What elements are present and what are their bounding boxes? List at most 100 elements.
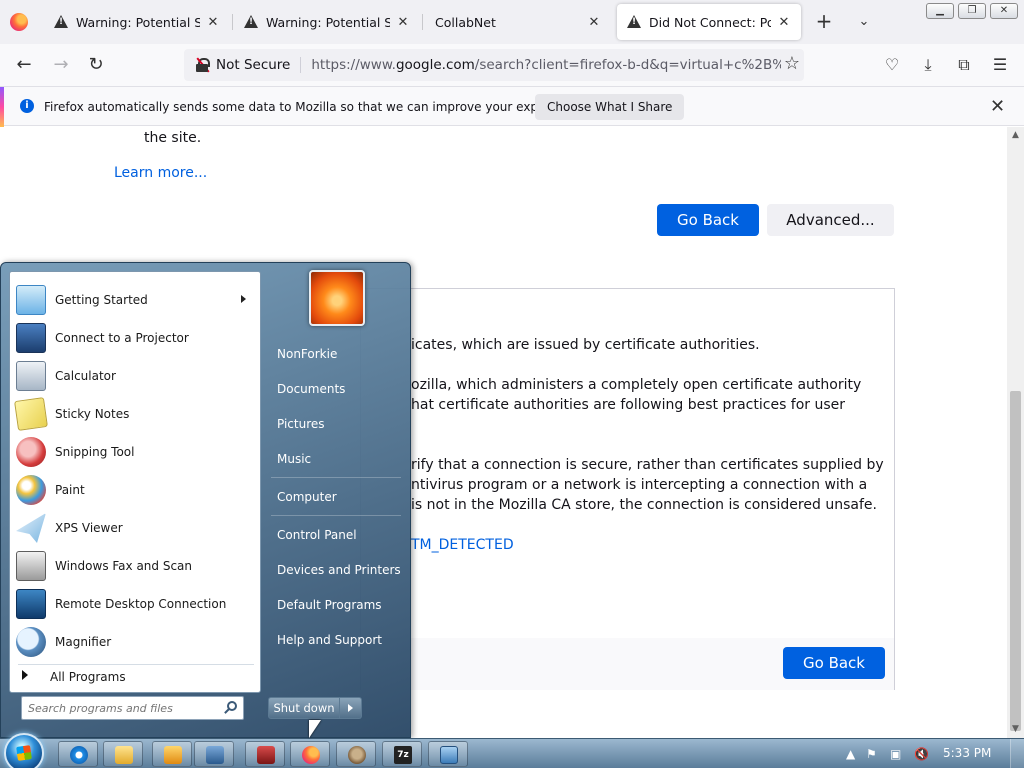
program-sticky-notes[interactable]: Sticky Notes: [12, 396, 258, 432]
close-icon[interactable]: ✕: [990, 96, 1005, 117]
error-code-link[interactable]: TM_DETECTED: [411, 537, 514, 553]
close-tab-icon[interactable]: ✕: [206, 15, 220, 30]
tab-warning-2[interactable]: Warning: Potential Security Risk Ahead ✕: [234, 4, 420, 40]
program-snipping-tool[interactable]: Snipping Tool: [12, 434, 258, 470]
reload-icon[interactable]: ↻: [83, 53, 109, 77]
tray-expand-icon[interactable]: ▲: [846, 747, 855, 761]
taskbar-firefox[interactable]: [290, 741, 330, 767]
url-text[interactable]: https://www.google.com/search?client=fir…: [311, 57, 781, 73]
search-icon[interactable]: [227, 701, 237, 711]
program-label: XPS Viewer: [55, 521, 123, 535]
tab-warning-1[interactable]: Warning: Potential Security Risk Ahead ✕: [44, 4, 230, 40]
go-back-button[interactable]: Go Back: [657, 204, 759, 236]
bookmark-star-icon[interactable]: ☆: [784, 53, 800, 74]
network-tray-icon[interactable]: ▣: [890, 747, 901, 761]
start-right-devices-printers[interactable]: Devices and Printers: [269, 556, 405, 584]
close-tab-icon[interactable]: ✕: [777, 15, 791, 30]
start-button[interactable]: [4, 733, 44, 768]
program-remote-desktop[interactable]: Remote Desktop Connection: [12, 586, 258, 622]
program-getting-started[interactable]: Getting Started: [12, 282, 258, 318]
taskbar-explorer[interactable]: [103, 741, 143, 767]
show-desktop-button[interactable]: [1010, 739, 1024, 768]
program-label: Windows Fax and Scan: [55, 559, 193, 573]
chevron-down-icon[interactable]: ⌄: [852, 10, 876, 34]
projector-icon: [16, 323, 46, 353]
all-programs-item[interactable]: All Programs: [50, 670, 126, 684]
taskbar-toolbox[interactable]: [245, 741, 285, 767]
new-tab-icon[interactable]: +: [812, 10, 836, 34]
tab-label: Warning: Potential Security Risk Ahead: [266, 14, 390, 30]
start-right-default-programs[interactable]: Default Programs: [269, 591, 405, 619]
program-label: Magnifier: [55, 635, 112, 649]
toolbox-icon: [257, 746, 275, 764]
start-right-computer[interactable]: Computer: [269, 483, 405, 511]
tab-collabnet[interactable]: CollabNet ✕: [425, 4, 611, 40]
media-player-icon: [164, 746, 182, 764]
tab-label: Did Not Connect: Potential Security Issu…: [649, 14, 771, 30]
taskbar-ie[interactable]: [58, 741, 98, 767]
extensions-icon[interactable]: ⧉: [952, 53, 976, 77]
program-fax-scan[interactable]: Windows Fax and Scan: [12, 548, 258, 584]
learn-more-link[interactable]: Learn more...: [114, 165, 207, 181]
firefox-logo-icon[interactable]: [10, 13, 28, 31]
start-right-help-support[interactable]: Help and Support: [269, 626, 405, 654]
action-center-flag-icon[interactable]: ⚑: [866, 747, 877, 761]
url-bar[interactable]: Not Secure https://www.google.com/search…: [184, 49, 804, 81]
start-right-documents[interactable]: Documents: [269, 375, 405, 403]
tab-did-not-connect[interactable]: Did Not Connect: Potential Security Issu…: [617, 4, 801, 40]
close-tab-icon[interactable]: ✕: [587, 15, 601, 30]
hamburger-menu-icon[interactable]: ☰: [988, 53, 1012, 77]
taskbar-gimp[interactable]: [336, 741, 376, 767]
gimp-icon: [348, 746, 366, 764]
taskbar-monitor[interactable]: [428, 741, 468, 767]
restore-icon[interactable]: ❐: [958, 3, 986, 19]
panel-text-line: is not in the Mozilla CA store, the conn…: [411, 497, 877, 513]
sticky-notes-icon: [14, 397, 48, 431]
shut-down-button[interactable]: Shut down: [268, 697, 340, 719]
advanced-panel: icates, which are issued by certificate …: [360, 288, 895, 690]
ie-icon: [70, 746, 88, 764]
shutdown-options-arrow-icon[interactable]: [340, 697, 362, 719]
paint-icon: [16, 475, 46, 505]
tab-separator: [422, 14, 423, 30]
security-label[interactable]: Not Secure: [216, 57, 302, 73]
download-icon[interactable]: ⤓: [916, 53, 940, 77]
pocket-icon[interactable]: ♡: [880, 53, 904, 77]
start-right-nonforkie[interactable]: NonForkie: [269, 340, 405, 368]
program-calculator[interactable]: Calculator: [12, 358, 258, 394]
start-right-pictures[interactable]: Pictures: [269, 410, 405, 438]
magnifier-icon: [16, 627, 46, 657]
minimize-icon[interactable]: ▁: [926, 3, 954, 19]
scrollbar-thumb[interactable]: [1010, 391, 1021, 731]
volume-muted-icon[interactable]: 🔇: [914, 747, 929, 761]
insecure-lock-icon[interactable]: [196, 57, 210, 73]
page-scrollbar[interactable]: ▲ ▼: [1007, 127, 1024, 738]
panel-go-back-button[interactable]: Go Back: [783, 647, 885, 679]
start-right-control-panel[interactable]: Control Panel: [269, 521, 405, 549]
taskbar-media-player[interactable]: [152, 741, 192, 767]
program-label: Calculator: [55, 369, 116, 383]
forward-arrow-icon[interactable]: →: [48, 53, 74, 77]
scroll-down-icon[interactable]: ▼: [1007, 721, 1024, 738]
start-search-box[interactable]: [21, 696, 244, 720]
start-search-input[interactable]: [28, 700, 218, 716]
taskbar-7zip[interactable]: 7z: [382, 741, 422, 767]
all-programs-arrow-icon[interactable]: [22, 670, 28, 680]
info-icon: i: [20, 99, 34, 113]
clock[interactable]: 5:33 PM: [943, 746, 991, 760]
close-tab-icon[interactable]: ✕: [396, 15, 410, 30]
explorer-icon: [115, 746, 133, 764]
taskbar-network[interactable]: [194, 741, 234, 767]
program-xps-viewer[interactable]: XPS Viewer: [12, 510, 258, 546]
scroll-up-icon[interactable]: ▲: [1007, 127, 1024, 144]
close-window-icon[interactable]: ✕: [990, 3, 1018, 19]
back-arrow-icon[interactable]: ←: [11, 53, 37, 77]
choose-what-i-share-button[interactable]: Choose What I Share: [535, 94, 685, 120]
program-connect-projector[interactable]: Connect to a Projector: [12, 320, 258, 356]
getting-started-icon: [16, 285, 46, 315]
program-paint[interactable]: Paint: [12, 472, 258, 508]
start-right-music[interactable]: Music: [269, 445, 405, 473]
advanced-button[interactable]: Advanced...: [767, 204, 894, 236]
program-magnifier[interactable]: Magnifier: [12, 624, 258, 660]
user-picture-avatar[interactable]: [309, 270, 365, 326]
